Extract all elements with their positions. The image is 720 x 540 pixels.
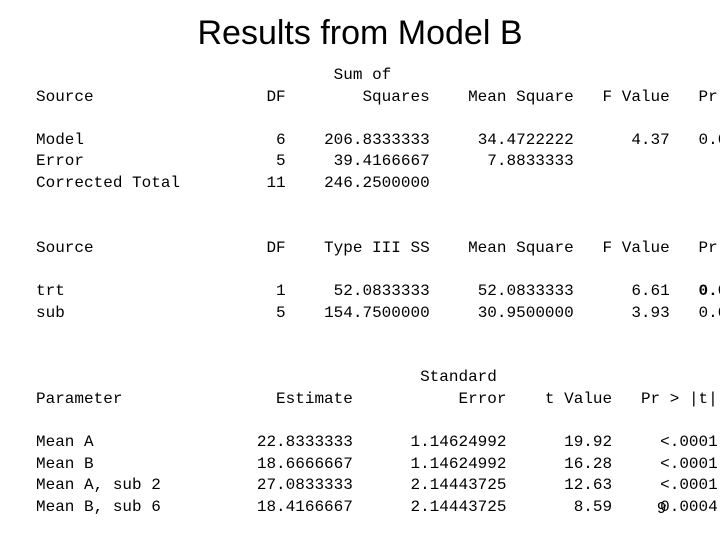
params-row: Mean A, sub 2 27.0833333 2.14443725 12.6… [36,476,718,494]
anova-h-c3a: Sum of [36,66,391,84]
params-row: Mean B, sub 6 18.4166667 2.14443725 8.59… [36,498,718,516]
params-row: Mean A 22.8333333 1.14624992 19.92 <.000… [36,433,718,451]
anova-row: Corrected Total 11 246.2500000 [36,174,430,192]
anova-output: Sum of Source DF Squares Mean Square F V… [0,65,720,518]
type3-row: trt 1 52.0833333 52.0833333 6.61 0.0500 [36,282,720,300]
params-row: Mean B 18.6666667 1.14624992 16.28 <.000… [36,455,718,473]
anova-row: Model 6 206.8333333 34.4722222 4.37 0.06… [36,131,720,149]
params-h: Parameter Estimate Error t Value Pr > |t… [36,390,718,408]
page-title: Results from Model B [0,0,720,65]
type3-row: sub 5 154.7500000 30.9500000 3.93 0.0798 [36,304,720,322]
params-h-c3a: Standard [36,368,497,386]
anova-h: Source DF Squares Mean Square F Value Pr… [36,88,720,106]
page-number: 9 [657,500,666,518]
anova-row: Error 5 39.4166667 7.8833333 [36,152,574,170]
type3-h: Source DF Type III SS Mean Square F Valu… [36,239,720,257]
